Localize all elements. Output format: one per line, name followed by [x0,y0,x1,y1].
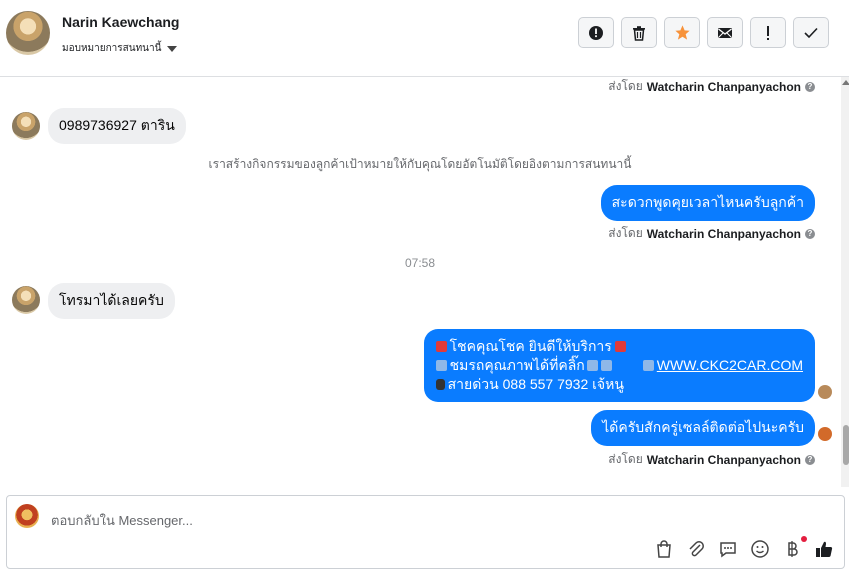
down-arrow-emoji-icon [600,360,612,371]
envelope-icon [718,27,732,38]
star-icon [674,25,690,40]
help-icon[interactable]: ? [805,228,815,239]
system-message: เราสร้างกิจกรรมของลูกค้าเป้าหมายให้กับคุ… [208,157,632,171]
contact-avatar-small[interactable] [12,112,40,140]
outgoing-message-promo[interactable]: โชคคุณโชค ยินดีให้บริการ ชมรถคุณภาพได้ที… [423,329,815,402]
conversation-header: Narin Kaewchang มอบหมายการสนทนานี้ [0,0,849,77]
play-emoji-icon [642,360,654,371]
play-emoji-icon [435,360,447,371]
follow-up-button[interactable] [750,17,786,48]
help-icon[interactable]: ? [805,454,815,465]
notification-dot [801,536,807,542]
outgoing-message[interactable]: ได้ครับสักครู่เซลล์ติดต่อไปนะครับ [591,410,815,446]
message-thread[interactable]: ส่งโดย Watcharin Chanpanyachon ? 0989736… [0,77,840,485]
spam-button[interactable] [578,17,614,48]
outgoing-message[interactable]: สะดวกพูดคุยเวลาไหนครับลูกค้า [600,185,815,221]
mark-unread-button[interactable] [707,17,743,48]
alert-circle-icon [589,25,603,40]
saved-replies-icon[interactable] [718,539,738,559]
sent-by-label: ส่งโดย Watcharin Chanpanyachon ? [608,77,815,96]
help-icon[interactable]: ? [805,81,815,92]
page-avatar [15,504,39,528]
star-button[interactable] [664,17,700,48]
scrollbar-thumb[interactable] [843,425,849,465]
like-icon[interactable] [814,539,834,559]
red-square-emoji-icon [614,341,626,352]
incoming-message[interactable]: โทรมาได้เลยครับ [48,283,175,319]
phone-emoji-icon [435,379,445,390]
paperclip-icon[interactable] [686,539,706,559]
mark-done-button[interactable] [793,17,829,48]
seen-avatar [818,385,832,399]
website-link[interactable]: WWW.CKC2CAR.COM [657,357,803,373]
message-timestamp: 07:58 [404,256,436,270]
emoji-icon[interactable] [750,539,770,559]
sent-by-label: ส่งโดย Watcharin Chanpanyachon ? [608,224,815,243]
baht-icon[interactable] [782,536,807,559]
exclamation-icon [767,25,769,40]
seen-avatar [818,427,832,441]
trash-icon [633,25,645,41]
sender-name: Watcharin Chanpanyachon [646,452,801,467]
scroll-up-arrow-icon[interactable] [842,80,849,85]
down-arrow-emoji-icon [586,360,598,371]
shopping-bag-icon[interactable] [654,539,674,559]
composer-tools [654,536,834,559]
caret-down-icon [167,45,178,52]
delete-button[interactable] [621,17,657,48]
assign-conversation-dropdown[interactable]: มอบหมายการสนทนานี้ [62,41,178,56]
red-square-emoji-icon [435,341,447,352]
incoming-message[interactable]: 0989736927 ตาริน [48,108,186,144]
header-actions [578,17,829,48]
sent-by-label: ส่งโดย Watcharin Chanpanyachon ? [608,450,815,469]
contact-avatar[interactable] [6,11,50,55]
contact-name[interactable]: Narin Kaewchang [62,14,179,30]
assign-label: มอบหมายการสนทนานี้ [62,43,162,54]
sender-name: Watcharin Chanpanyachon [646,226,801,241]
sender-name: Watcharin Chanpanyachon [646,79,801,94]
reply-input[interactable]: ตอบกลับใน Messenger... [51,510,193,531]
contact-avatar-small[interactable] [12,286,40,314]
reply-composer[interactable]: ตอบกลับใน Messenger... [6,495,845,569]
check-icon [804,27,818,38]
